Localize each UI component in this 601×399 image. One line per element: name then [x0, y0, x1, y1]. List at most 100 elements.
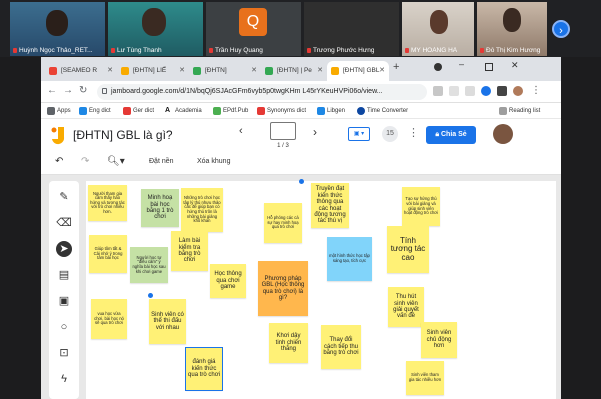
sticky-note[interactable]: vua học vừa chơi, bài học nó sẽ qua trò … [91, 299, 127, 339]
profile-icon[interactable] [513, 86, 523, 96]
pen-icon[interactable]: ✎ [56, 189, 72, 205]
mic-off-icon [480, 48, 484, 53]
browser-tab[interactable]: [ĐHTN] | Pe ✕ [261, 61, 327, 81]
close-window-icon[interactable]: ✕ [511, 60, 519, 71]
bookmark-eng-dict[interactable]: Eng dict [79, 106, 111, 116]
sticky-note[interactable]: Người học tự "điều cảm" ý nghĩa bài học … [130, 247, 168, 283]
bookmark-academia[interactable]: A Academia [165, 106, 202, 116]
url-field[interactable]: jamboard.google.com/d/1N/bqQj6SJAcGFm6vy… [97, 84, 427, 100]
browser-tab[interactable]: [SEAMEO R ✕ [45, 61, 117, 81]
sticky-note[interactable]: Sinh viên có thể thi đấu với nhau [149, 299, 186, 344]
participant-tile[interactable]: Q Trần Huy Quang [206, 2, 301, 56]
participant-tile[interactable]: Đỗ Thị Kim Hương [477, 2, 547, 56]
sticky-note-icon[interactable]: ▤ [56, 267, 72, 283]
puzzle-icon[interactable] [497, 86, 507, 96]
clear-frame-button[interactable]: Xóa khung [197, 158, 230, 165]
sticky-note[interactable]: Làm bài kiểm tra bằng trò chơi [171, 231, 208, 271]
cursor-marker-icon [299, 179, 304, 184]
extension-icon[interactable] [433, 86, 443, 96]
sticky-note[interactable]: Khơi dậy tinh chiến thắng [269, 323, 308, 363]
participant-tile[interactable]: MY HOÀNG HÀ [402, 2, 474, 56]
close-tab-icon[interactable]: ✕ [179, 61, 185, 81]
redo-icon[interactable]: ↷ [81, 156, 89, 167]
zoom-icon[interactable]: 🔍︎▾ [107, 156, 125, 167]
browser-tab[interactable]: [ĐHTN] LIẾ ✕ [117, 61, 189, 81]
laser-icon[interactable]: ϟ [56, 371, 72, 387]
mic-off-icon [307, 48, 311, 53]
bookmark-apps[interactable]: Apps [47, 106, 71, 116]
participant-tile[interactable]: Lư Tùng Thanh [108, 2, 203, 56]
maximize-icon[interactable] [485, 63, 493, 71]
bookmark-ger-dict[interactable]: Ger dict [123, 106, 154, 116]
next-participants-button[interactable]: › [552, 20, 570, 38]
bookmark-libgen[interactable]: Libgen [317, 106, 345, 116]
sticky-note[interactable]: Những trò chơi học tập lý thú nhưu thảo … [181, 188, 223, 232]
bookmark-label: Time Converter [367, 108, 409, 114]
reload-icon[interactable]: ↻ [79, 85, 87, 96]
close-tab-icon[interactable]: ✕ [317, 61, 323, 81]
participant-head [503, 8, 521, 32]
sticky-note[interactable]: Sinh viên tham gia tác nhiều hơn [406, 361, 444, 395]
account-avatar[interactable] [493, 124, 513, 144]
browser-tab[interactable]: [ĐHTN] ✕ [189, 61, 261, 81]
bookmark-label: Reading list [509, 108, 541, 114]
sticky-note[interactable]: Học thông qua chơi game [210, 264, 246, 298]
star-icon[interactable] [465, 86, 475, 96]
participant-tile[interactable]: Trương Phước Hưng [304, 2, 399, 56]
participant-name-text: MY HOÀNG HÀ [411, 47, 458, 54]
sticky-note[interactable]: Tạo sự hứng thú với bài giảng và giúp si… [402, 187, 440, 226]
sticky-note[interactable]: một hình thức học tập sáng tạo, tích cực [327, 237, 372, 281]
more-options-icon[interactable]: ⋮ [408, 126, 419, 139]
share-page-icon[interactable] [449, 86, 459, 96]
sticky-note-selected[interactable]: đánh giá kiến thức qua trò chơi [185, 347, 223, 391]
new-tab-button[interactable]: + [393, 61, 399, 73]
mic-off-icon [13, 48, 17, 53]
back-icon[interactable]: ← [47, 85, 57, 96]
sticky-note[interactable]: Hỗ phóng các cá sự hay minh hoạ qua trò … [264, 203, 302, 243]
board-title[interactable]: [ĐHTN] GBL là gì? [73, 128, 173, 142]
browser-tab-active[interactable]: [ĐHTN] GBL ✕ [327, 61, 389, 81]
menu-icon[interactable]: ⋮ [531, 85, 541, 96]
present-button[interactable]: ▣ ▾ [348, 127, 370, 141]
browser-window: [SEAMEO R ✕ [ĐHTN] LIẾ ✕ [ĐHTN] ✕ [ĐHTN] | … [41, 57, 561, 399]
sticky-note[interactable]: Thay đổi cách tiếp thu bằng trò chơi [321, 325, 361, 369]
undo-icon[interactable]: ↶ [55, 156, 63, 167]
sticky-note[interactable]: Phương pháp GBL (Học thông qua trò chơi)… [258, 261, 308, 316]
previous-frame-button[interactable]: ‹ [239, 125, 243, 137]
close-tab-icon[interactable]: ✕ [251, 61, 257, 81]
bookmark-time-converter[interactable]: Time Converter [357, 106, 408, 116]
sticky-note[interactable]: Tính tương tác cao [387, 226, 429, 273]
set-background-button[interactable]: Đặt nền [149, 158, 174, 165]
eraser-icon[interactable]: ⌫ [56, 215, 72, 231]
jam-board[interactable]: Người tham gia cảm thấy hào hứng và tươn… [86, 179, 556, 399]
jamboard-icon [121, 67, 129, 75]
dict-icon [79, 107, 87, 115]
text-box-icon[interactable]: ⊡ [56, 345, 72, 361]
bookmark-synonyms[interactable]: Synonyms dict [257, 106, 306, 116]
bookmark-epdf[interactable]: EPdf.Pub [213, 106, 248, 116]
reading-list[interactable]: Reading list [499, 106, 540, 116]
image-icon[interactable]: ▣ [56, 293, 72, 309]
participant-tile[interactable]: Huỳnh Ngọc Thảo_RET... [10, 2, 105, 56]
tab-label: [ĐHTN] | Pe [277, 67, 312, 74]
bookmark-label: Synonyms dict [267, 108, 307, 114]
sticky-note[interactable]: Giúp tôm tắt & Cải nhớ ý trong tâm bài h… [89, 235, 127, 273]
frame-bar-button[interactable]: 1 / 3 [270, 122, 296, 149]
minimize-icon[interactable]: – [459, 59, 464, 69]
sticky-note[interactable]: Thu hút sinh viên giải quyết vấn đề [388, 287, 424, 327]
extension-blue-icon[interactable] [481, 86, 491, 96]
sticky-note[interactable]: Truyền đạt kiến thức thông qua các hoạt … [311, 183, 349, 228]
sticky-note[interactable]: Người tham gia cảm thấy hào hứng và tươn… [88, 185, 127, 221]
viewer-count-badge[interactable]: 15 [382, 126, 398, 142]
sticky-note[interactable]: Minh hoạ bài học bằng 1 trò chơi [141, 189, 179, 227]
sticky-note[interactable]: Sinh viên chủ động hơn [421, 322, 457, 358]
close-tab-icon[interactable]: ✕ [107, 61, 113, 81]
circle-icon[interactable]: ○ [56, 319, 72, 335]
record-icon [434, 63, 442, 71]
select-icon[interactable]: ➤ [56, 241, 72, 257]
participant-name: Đỗ Thị Kim Hương [480, 47, 540, 54]
share-button[interactable]: 🔒︎ Chia Sẻ [426, 126, 476, 144]
next-frame-button[interactable]: › [313, 125, 317, 139]
forward-icon[interactable]: → [63, 85, 73, 96]
close-tab-icon[interactable]: ✕ [379, 61, 385, 81]
